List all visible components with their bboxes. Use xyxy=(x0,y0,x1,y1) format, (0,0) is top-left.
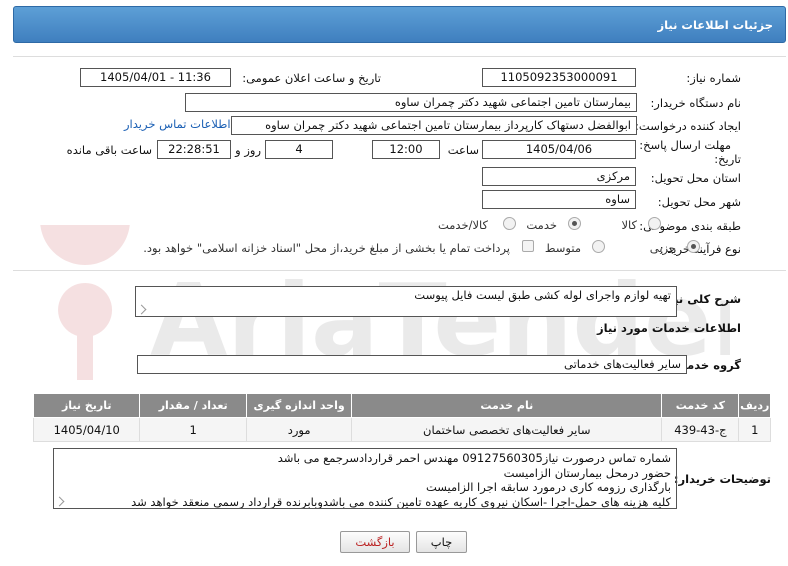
need-number-label: شماره نیاز: xyxy=(686,71,741,85)
process-radio-medium[interactable] xyxy=(592,240,605,253)
cell-service-code: ج-43-439 xyxy=(661,417,740,442)
category-option-goods: کالا xyxy=(621,218,637,232)
cell-unit: مورد xyxy=(245,417,353,442)
remaining-time-field: 22:28:51 xyxy=(157,140,231,159)
column-unit: واحد اندازه گیری xyxy=(245,393,353,418)
category-radio-goods[interactable] xyxy=(648,217,661,230)
cell-service-name: سایر فعالیت‌های تخصصی ساختمان xyxy=(351,417,663,442)
column-row-number: ردیف xyxy=(738,393,771,418)
days-label: روز و xyxy=(235,143,261,157)
category-option-service: خدمت xyxy=(526,218,557,232)
category-option-goods-service: کالا/خدمت xyxy=(437,218,488,232)
deadline-time-field: 12:00 xyxy=(372,140,440,159)
deadline-label: مهلت ارسال پاسخ: تا xyxy=(628,138,731,152)
service-group-field: سایر فعالیت‌های خدماتی xyxy=(137,355,687,374)
province-label: استان محل تحویل: xyxy=(650,171,741,185)
cell-need-date: 1405/04/10 xyxy=(32,417,141,442)
creator-field: ابوالفضل دستهاک کارپرداز بیمارستان تامین… xyxy=(231,116,637,135)
print-button[interactable]: چاپ xyxy=(416,531,467,553)
services-table: ردیف کد خدمت نام خدمت واحد اندازه گیری ت… xyxy=(32,393,771,442)
province-field: مرکزی xyxy=(482,167,636,186)
buyer-note-line: کلیه هزینه های حمل-اجرا -اسکان نیروی کار… xyxy=(131,494,671,509)
back-button[interactable]: بازگشت xyxy=(340,531,410,553)
column-service-name: نام خدمت xyxy=(351,393,663,418)
payment-note: پرداخت تمام یا بخشی از مبلغ خرید،از محل … xyxy=(143,241,510,255)
buyer-note-line: بارگذاری رزومه کاری درمورد سابقه اجرا ال… xyxy=(425,480,671,494)
deadline-date-field: 1405/04/06 xyxy=(482,140,636,159)
buyer-note-line: حضور درمحل بیمارستان الزامیست xyxy=(503,465,671,480)
buyer-label: نام دستگاه خریدار: xyxy=(650,96,741,110)
services-section-title: اطلاعات خدمات مورد نیاز xyxy=(597,321,741,335)
process-option-medium: متوسط xyxy=(544,241,581,255)
category-radio-service[interactable] xyxy=(568,217,581,230)
buyer-note-line: شماره تماس درصورت نیاز09127560305 مهندس … xyxy=(277,451,671,465)
page-title: جزئیات اطلاعات نیاز xyxy=(657,18,773,32)
city-label: شهر محل تحویل: xyxy=(657,195,741,209)
table-header-row: ردیف کد خدمت نام خدمت واحد اندازه گیری ت… xyxy=(32,393,771,418)
need-number-field: 1105092353000091 xyxy=(482,68,636,87)
buyer-contact-link[interactable]: اطلاعات تماس خریدار xyxy=(124,117,231,131)
deadline-time-label: ساعت xyxy=(447,143,479,157)
deadline-date-label: تاریخ: xyxy=(714,152,741,166)
buyer-notes-field: شماره تماس درصورت نیاز09127560305 مهندس … xyxy=(53,448,677,509)
buyer-field: بیمارستان تامین اجتماعی شهید دکتر چمران … xyxy=(185,93,637,112)
remaining-label: ساعت باقی مانده xyxy=(66,143,152,157)
table-row: 1 ج-43-439 سایر فعالیت‌های تخصصی ساختمان… xyxy=(32,417,771,442)
creator-label: ایجاد کننده درخواست: xyxy=(635,119,741,133)
buyer-notes-label: توضیحات خریدار: xyxy=(673,472,771,486)
announce-datetime-field: 1405/04/01 - 11:36 xyxy=(80,68,231,87)
city-field: ساوه xyxy=(482,190,636,209)
category-radio-goods-service[interactable] xyxy=(503,217,516,230)
process-radio-minor[interactable] xyxy=(687,240,700,253)
treasury-checkbox[interactable] xyxy=(522,240,534,252)
page-header: جزئیات اطلاعات نیاز xyxy=(13,6,786,43)
cell-row-number: 1 xyxy=(738,417,771,442)
remaining-days-field: 4 xyxy=(265,140,333,159)
announce-label: تاریخ و ساعت اعلان عمومی: xyxy=(242,71,381,85)
column-quantity: تعداد / مقدار xyxy=(139,393,247,418)
process-option-minor: جزیی xyxy=(649,241,676,255)
summary-field: تهیه لوازم واجرای لوله کشی طبق لیست فایل… xyxy=(135,286,677,317)
column-need-date: تاریخ نیاز xyxy=(32,393,141,418)
cell-quantity: 1 xyxy=(139,417,247,442)
column-service-code: کد خدمت xyxy=(661,393,740,418)
